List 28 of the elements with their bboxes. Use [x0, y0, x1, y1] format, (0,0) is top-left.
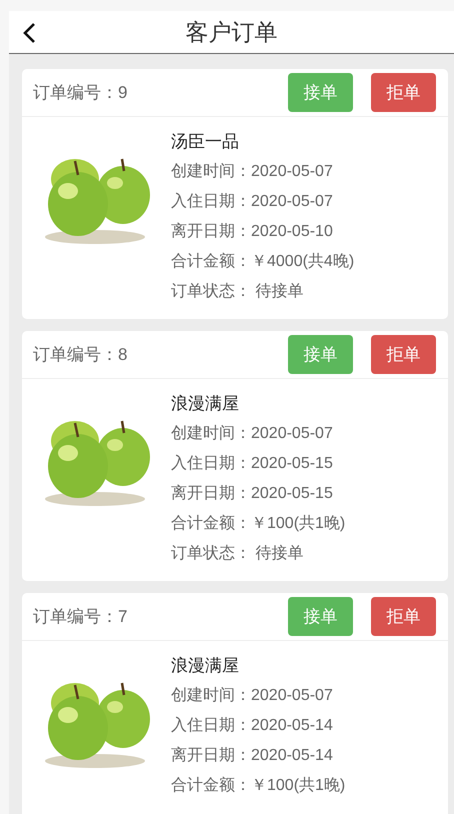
order-detail: 入住日期：2020-05-15	[171, 454, 334, 474]
order-detail: 离开日期：2020-05-14	[171, 746, 334, 766]
reject-button[interactable]: 拒单	[371, 597, 436, 636]
reject-button[interactable]: 拒单	[371, 335, 436, 374]
order-detail: 合计金额：￥100(共1晚)	[171, 776, 346, 796]
order-detail: 创建时间：2020-05-07	[171, 686, 334, 706]
reject-button[interactable]: 拒单	[371, 73, 436, 112]
accept-button[interactable]: 接单	[288, 597, 353, 636]
order-detail: 合计金额：￥4000(共4晚)	[171, 252, 354, 272]
back-icon[interactable]	[22, 22, 36, 44]
accept-button[interactable]: 接单	[288, 73, 353, 112]
accept-button[interactable]: 接单	[288, 335, 353, 374]
page-title: 客户订单	[186, 18, 278, 47]
order-number: 订单编号：7	[33, 606, 128, 628]
order-detail: 创建时间：2020-05-07	[171, 424, 334, 444]
order-number: 订单编号：9	[33, 82, 128, 104]
hotel-name: 汤臣一品	[171, 131, 240, 153]
order-detail: 离开日期：2020-05-10	[171, 222, 334, 242]
order-detail: 创建时间：2020-05-07	[171, 162, 334, 182]
order-detail: 入住日期：2020-05-07	[171, 192, 334, 212]
order-detail: 离开日期：2020-05-15	[171, 484, 334, 504]
order-detail: 合计金额：￥100(共1晚)	[171, 514, 346, 534]
hotel-name: 浪漫满屋	[171, 655, 240, 677]
hotel-name: 浪漫满屋	[171, 393, 240, 415]
order-number: 订单编号：8	[33, 344, 128, 366]
order-detail: 订单状态： 待接单	[171, 544, 304, 564]
order-detail: 入住日期：2020-05-14	[171, 716, 334, 736]
order-detail: 订单状态： 待接单	[171, 282, 304, 302]
